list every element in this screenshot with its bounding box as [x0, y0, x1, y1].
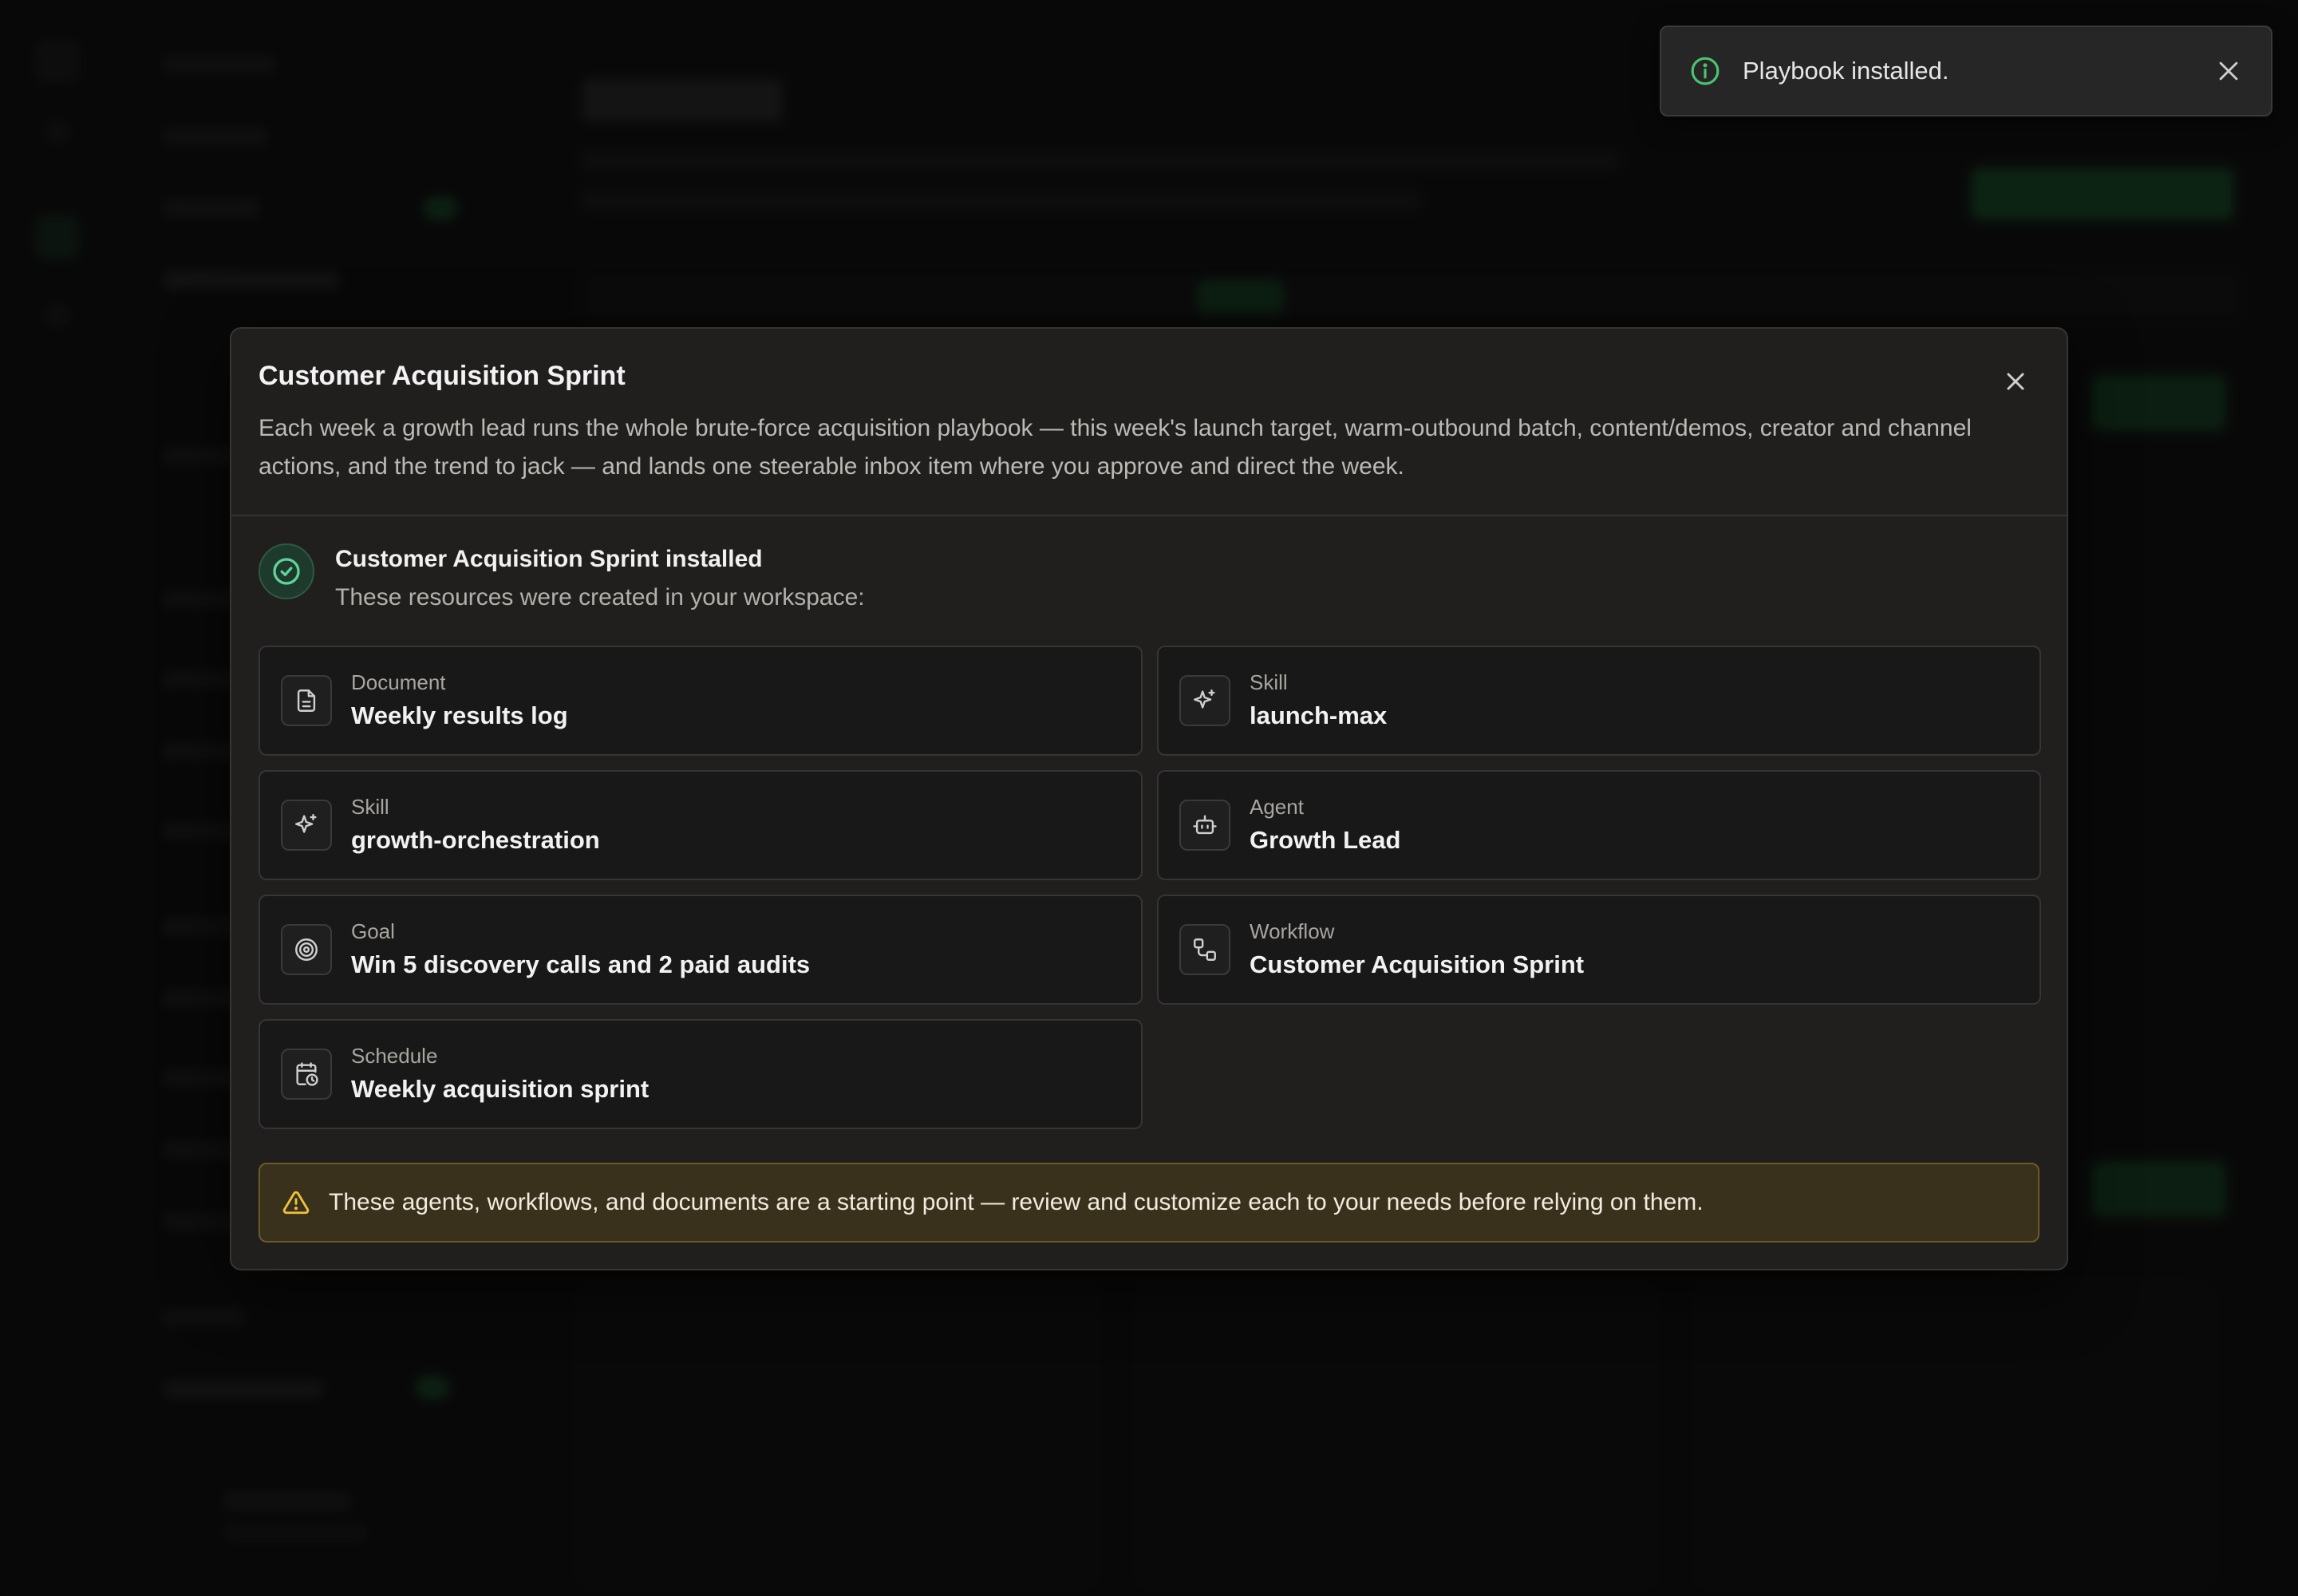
calendar-clock-icon — [296, 1062, 318, 1086]
warning-text: These agents, workflows, and documents a… — [329, 1189, 1704, 1215]
dialog-close-icon[interactable] — [2001, 367, 2030, 396]
robot-icon — [1193, 815, 1217, 835]
document-icon — [297, 689, 316, 712]
warning-triangle-icon — [282, 1191, 310, 1215]
resource-type: Skill — [1250, 670, 1288, 694]
resource-type: Document — [351, 670, 446, 694]
dialog-body: Customer Acquisition Sprint installed Th… — [231, 516, 2067, 1242]
installed-status: Customer Acquisition Sprint installed Th… — [259, 543, 2039, 614]
info-icon — [1691, 57, 1720, 85]
installed-title: Customer Acquisition Sprint installed — [335, 546, 763, 572]
resource-card-agent[interactable]: Agent Growth Lead — [1157, 770, 2041, 880]
resource-card-document[interactable]: Document Weekly results log — [259, 646, 1143, 756]
resource-name: Weekly acquisition sprint — [351, 1075, 650, 1103]
resource-card-workflow[interactable]: Workflow Customer Acquisition Sprint — [1157, 895, 2041, 1005]
dialog-title: Customer Acquisition Sprint — [259, 361, 626, 391]
resource-type: Workflow — [1250, 919, 1335, 943]
warning-banner: These agents, workflows, and documents a… — [259, 1163, 2039, 1242]
resource-type: Agent — [1250, 795, 1304, 819]
success-badge — [259, 543, 314, 599]
resource-type: Goal — [351, 919, 395, 943]
dialog-header: Customer Acquisition Sprint Each week a … — [231, 329, 2067, 516]
resource-name: growth-orchestration — [351, 826, 600, 854]
check-circle-icon — [273, 558, 300, 585]
resource-card-skill[interactable]: Skill launch-max — [1157, 646, 2041, 756]
installed-subtitle: These resources were created in your wor… — [335, 584, 865, 610]
resource-list: Document Weekly results log Skill launch… — [259, 646, 2041, 1129]
resource-type: Schedule — [351, 1044, 438, 1068]
sparkle-icon — [1194, 689, 1215, 709]
resource-card-goal[interactable]: Goal Win 5 discovery calls and 2 paid au… — [259, 895, 1143, 1005]
toast-close-icon[interactable] — [2215, 57, 2242, 85]
sparkle-icon — [295, 814, 317, 833]
dialog-description: Each week a growth lead runs the whole b… — [259, 415, 1972, 480]
resource-card-schedule[interactable]: Schedule Weekly acquisition sprint — [259, 1019, 1143, 1129]
resource-name: Weekly results log — [351, 701, 568, 729]
resource-name: launch-max — [1250, 701, 1388, 729]
resource-card-skill[interactable]: Skill growth-orchestration — [259, 770, 1143, 880]
target-icon — [295, 938, 318, 961]
resource-type: Skill — [351, 795, 389, 819]
resource-name: Win 5 discovery calls and 2 paid audits — [351, 950, 811, 978]
workflow-icon — [1194, 938, 1216, 961]
resource-name: Growth Lead — [1250, 826, 1401, 854]
playbook-installed-dialog: Customer Acquisition Sprint Each week a … — [230, 327, 2068, 1270]
toast-notification: Playbook installed. — [1660, 26, 2272, 117]
toast-message: Playbook installed. — [1743, 57, 1949, 85]
resource-name: Customer Acquisition Sprint — [1250, 950, 1585, 978]
